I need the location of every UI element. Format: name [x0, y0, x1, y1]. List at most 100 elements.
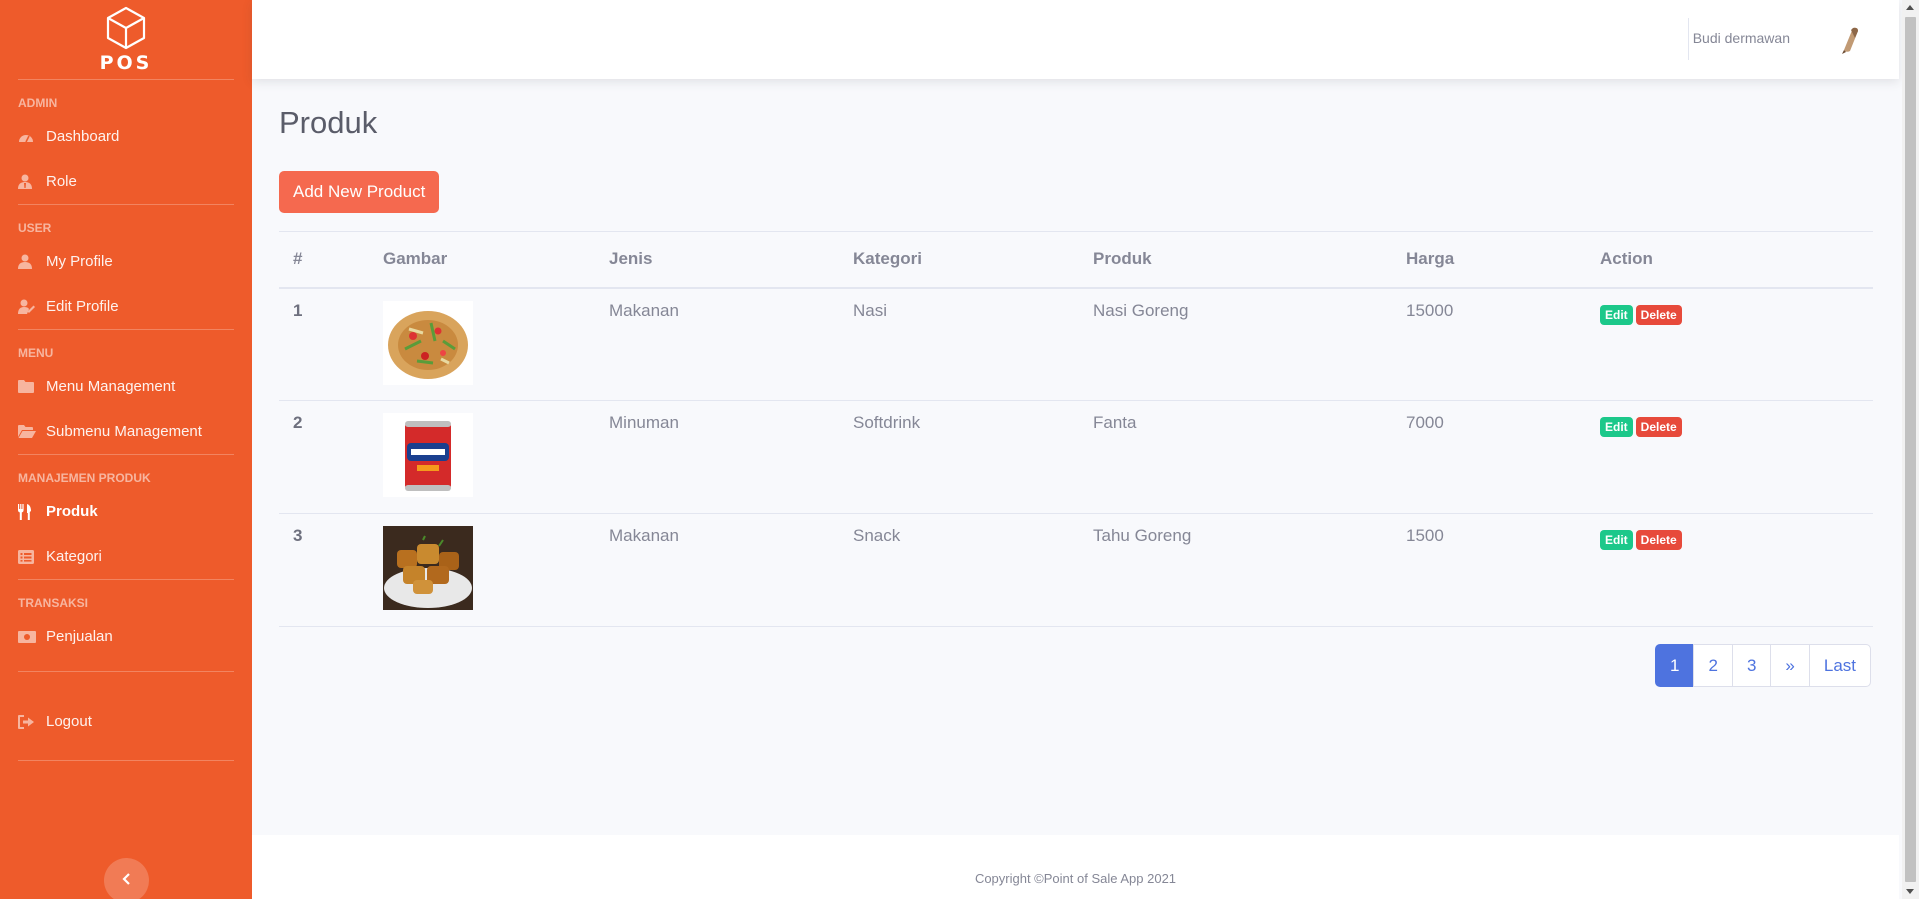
scrollbar-thumb[interactable]	[1905, 17, 1916, 882]
sidebar-item-dashboard[interactable]: Dashboard	[0, 114, 252, 159]
folder-open-icon	[18, 425, 46, 438]
sidebar-item-produk[interactable]: Produk	[0, 489, 252, 534]
sidebar-divider	[18, 671, 234, 672]
copyright-text: Copyright ©Point of Sale App 2021	[974, 871, 1177, 886]
page-link-1[interactable]: 1	[1655, 644, 1695, 687]
brand-logo[interactable]: POS	[0, 0, 252, 79]
scroll-down-arrow-icon[interactable]	[1906, 889, 1914, 894]
chevron-left-icon	[121, 872, 132, 890]
row-harga: 1500	[1392, 513, 1586, 627]
sidebar-heading-admin: Admin	[18, 96, 58, 110]
sidebar-item-label: Produk	[46, 503, 98, 520]
row-image-cell	[369, 513, 595, 627]
list-alt-icon	[18, 549, 46, 564]
row-number: 3	[279, 513, 369, 627]
sidebar-item-edit-profile[interactable]: Edit Profile	[0, 284, 252, 329]
row-kategori: Snack	[839, 513, 1079, 627]
delete-button[interactable]: Delete	[1635, 417, 1682, 437]
col-header-jenis: Jenis	[595, 231, 839, 289]
avatar[interactable]	[1834, 24, 1866, 56]
row-produk: Fanta	[1079, 400, 1392, 514]
sidebar-item-label: Edit Profile	[46, 298, 119, 315]
col-header-action: Action	[1586, 231, 1873, 289]
page-link-3[interactable]: 3	[1731, 644, 1772, 687]
page-title: Produk	[279, 105, 378, 140]
sidebar-item-label: Submenu Management	[46, 423, 202, 440]
sidebar-item-label: Dashboard	[46, 128, 120, 145]
col-header-harga: Harga	[1392, 231, 1586, 289]
nasi-goreng-image	[383, 300, 473, 385]
sidebar-item-menu-management[interactable]: Menu Management	[0, 364, 252, 409]
row-number: 2	[279, 400, 369, 514]
sidebar-item-label: Kategori	[46, 548, 102, 565]
sidebar-item-logout[interactable]: Logout	[0, 699, 252, 744]
table-row: 3 Makanan Snack Tahu Goreng 1500 Edit De…	[279, 513, 1873, 627]
edit-button[interactable]: Edit	[1600, 304, 1633, 325]
page-link-next[interactable]: »	[1770, 644, 1810, 687]
edit-button[interactable]: Edit	[1600, 530, 1633, 550]
topbar-divider	[1688, 18, 1689, 60]
row-actions: Edit Delete	[1586, 400, 1873, 514]
cube-icon	[106, 6, 146, 49]
row-jenis: Minuman	[595, 400, 839, 514]
edit-button[interactable]: Edit	[1600, 417, 1633, 437]
row-produk: Nasi Goreng	[1079, 287, 1392, 401]
page-link-last[interactable]: Last	[1808, 644, 1872, 687]
sidebar-heading-manajemen-produk: Manajemen Produk	[18, 471, 151, 485]
sidebar-toggle-button[interactable]	[104, 858, 149, 899]
sidebar-item-label: Penjualan	[46, 628, 113, 645]
footer: Copyright ©Point of Sale App 2021	[252, 835, 1899, 899]
pagination: 1 2 3 » Last	[1655, 644, 1872, 687]
sign-out-icon	[18, 714, 46, 729]
sidebar-heading-menu: Menu	[18, 346, 54, 360]
row-kategori: Nasi	[839, 287, 1079, 401]
row-kategori: Softdrink	[839, 400, 1079, 514]
row-actions: Edit Delete	[1586, 287, 1873, 401]
user-edit-icon	[18, 299, 46, 314]
scroll-up-arrow-icon[interactable]	[1906, 5, 1914, 10]
sidebar-item-label: Role	[46, 173, 77, 190]
row-produk: Tahu Goreng	[1079, 513, 1392, 627]
table-header-row: # Gambar Jenis Kategori Produk Harga Act…	[279, 231, 1873, 289]
table-row: 2 Minuman Softdrink Fanta 7000 Edit Delet…	[279, 400, 1873, 514]
sidebar: POS Admin Dashboard Role User My Profile…	[0, 0, 252, 899]
sidebar-item-label: Logout	[46, 713, 92, 730]
user-icon	[18, 254, 46, 269]
folder-icon	[18, 380, 46, 393]
row-harga: 7000	[1392, 400, 1586, 514]
row-actions: Edit Delete	[1586, 513, 1873, 627]
vertical-scrollbar[interactable]	[1902, 0, 1919, 899]
utensils-icon	[18, 503, 46, 520]
row-jenis: Makanan	[595, 287, 839, 401]
page-link-2[interactable]: 2	[1693, 644, 1733, 687]
sidebar-item-label: My Profile	[46, 253, 113, 270]
delete-button[interactable]: Delete	[1635, 304, 1682, 325]
fanta-can-image	[383, 413, 473, 497]
sidebar-heading-user: User	[18, 221, 52, 235]
delete-button[interactable]: Delete	[1635, 530, 1682, 550]
tahu-goreng-image	[383, 526, 473, 610]
tachometer-icon	[18, 130, 46, 144]
user-name[interactable]: Budi dermawan	[1693, 30, 1790, 46]
brand-text: POS	[99, 51, 153, 74]
table-row: 1 Makanan Nasi Nasi Goreng 15000 Edit Del…	[279, 287, 1873, 401]
money-bill-icon	[18, 630, 46, 643]
sidebar-item-my-profile[interactable]: My Profile	[0, 239, 252, 284]
sidebar-item-penjualan[interactable]: Penjualan	[0, 614, 252, 659]
col-header-kategori: Kategori	[839, 231, 1079, 289]
add-new-product-button[interactable]: Add New Product	[279, 171, 440, 213]
row-image-cell	[369, 287, 595, 401]
topbar: Budi dermawan	[252, 0, 1899, 79]
user-tie-icon	[18, 174, 46, 189]
sidebar-item-kategori[interactable]: Kategori	[0, 534, 252, 579]
row-image-cell	[369, 400, 595, 514]
sidebar-item-role[interactable]: Role	[0, 159, 252, 204]
col-header-produk: Produk	[1079, 231, 1392, 289]
col-header-gambar: Gambar	[369, 231, 595, 289]
product-table: # Gambar Jenis Kategori Produk Harga Act…	[279, 231, 1873, 627]
row-jenis: Makanan	[595, 513, 839, 627]
col-header-number: #	[279, 231, 369, 289]
sidebar-item-label: Menu Management	[46, 378, 176, 395]
sidebar-item-submenu-management[interactable]: Submenu Management	[0, 409, 252, 454]
sidebar-heading-transaksi: Transaksi	[18, 596, 89, 610]
